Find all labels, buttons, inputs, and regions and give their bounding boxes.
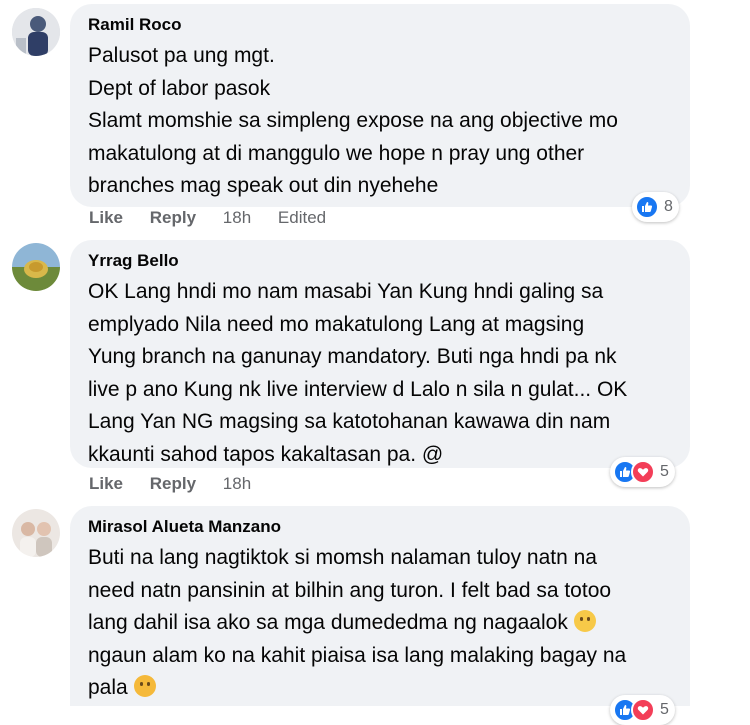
reaction-count: 8 bbox=[664, 198, 673, 215]
avatar[interactable] bbox=[12, 8, 60, 56]
comment-text-line: Yung branch na ganunay mandatory. Buti n… bbox=[88, 345, 617, 368]
comment-text-line: OK Lang hndi mo nam masabi Yan Kung hndi… bbox=[88, 280, 604, 303]
reaction-count: 5 bbox=[660, 463, 669, 480]
comment-author[interactable]: Yrrag Bello bbox=[88, 250, 670, 272]
comment-text-line: Palusot pa ung mgt. bbox=[88, 44, 275, 67]
timestamp[interactable]: 18h bbox=[223, 208, 251, 228]
reaction-summary[interactable]: 5 bbox=[610, 457, 675, 487]
comment-text-line: Lang Yan NG magsing sa katotohanan kawaw… bbox=[88, 410, 611, 433]
reply-button[interactable]: Reply bbox=[150, 474, 196, 494]
comment-actions: Like Reply 18h Edited bbox=[89, 208, 348, 228]
timestamp[interactable]: 18h bbox=[223, 474, 251, 494]
like-button[interactable]: Like bbox=[89, 474, 123, 494]
comment-text-line: kkaunti sahod tapos kakaltasan pa. @ bbox=[88, 442, 444, 466]
comment-bubble: Yrrag Bello OK Lang hndi mo nam masabi Y… bbox=[70, 240, 690, 468]
comment-text-line: emplyado Nila need mo makatulong Lang at… bbox=[88, 312, 585, 336]
comment-text-line: branches mag speak out din nyehehe bbox=[88, 174, 439, 197]
comment-text-line: ngaun alam ko na kahit piaisa isa lang m… bbox=[88, 643, 627, 667]
avatar[interactable] bbox=[12, 243, 60, 291]
comment-author[interactable]: Mirasol Alueta Manzano bbox=[88, 516, 670, 538]
reaction-summary[interactable]: 8 bbox=[632, 192, 679, 222]
like-button[interactable]: Like bbox=[89, 208, 123, 228]
comment-text: pala bbox=[88, 676, 128, 699]
comment-text-line: makatulong at di manggulo we hope n pray… bbox=[88, 141, 585, 165]
edited-label[interactable]: Edited bbox=[278, 208, 326, 228]
comment-text-line: lang dahil isa ako sa mga dumededma ng n… bbox=[88, 607, 670, 640]
comment-author[interactable]: Ramil Roco bbox=[88, 14, 670, 36]
avatar-image bbox=[12, 509, 60, 557]
sad-tear-emoji bbox=[573, 610, 596, 632]
love-icon bbox=[631, 698, 655, 722]
comment-actions: Like Reply 18h bbox=[89, 474, 273, 494]
heart-eyes-emoji bbox=[133, 675, 156, 697]
like-icon bbox=[635, 195, 659, 219]
avatar-image bbox=[12, 8, 60, 56]
comment-text-line: Buti na lang nagtiktok si momsh nalaman … bbox=[88, 546, 597, 569]
reply-button[interactable]: Reply bbox=[150, 208, 196, 228]
reaction-count: 5 bbox=[660, 701, 669, 718]
reaction-summary[interactable]: 5 bbox=[610, 695, 675, 725]
comment-text-line: Slamt momshie sa simpleng expose na ang … bbox=[88, 109, 618, 132]
love-icon bbox=[631, 460, 655, 484]
comment-bubble: Mirasol Alueta Manzano Buti na lang nagt… bbox=[70, 506, 690, 706]
comment-text: lang dahil isa ako sa mga dumededma ng n… bbox=[88, 611, 568, 634]
comment-text-line: live p ano Kung nk live interview d Lalo… bbox=[88, 377, 628, 401]
comment-bubble: Ramil Roco Palusot pa ung mgt. Dept of l… bbox=[70, 4, 690, 207]
comment-text-line: Dept of labor pasok bbox=[88, 76, 271, 100]
comment-text-line: need natn pansinin at bilhin ang turon. … bbox=[88, 578, 612, 602]
comment-text-line: pala bbox=[88, 672, 670, 705]
avatar[interactable] bbox=[12, 509, 60, 557]
avatar-image bbox=[12, 243, 60, 291]
